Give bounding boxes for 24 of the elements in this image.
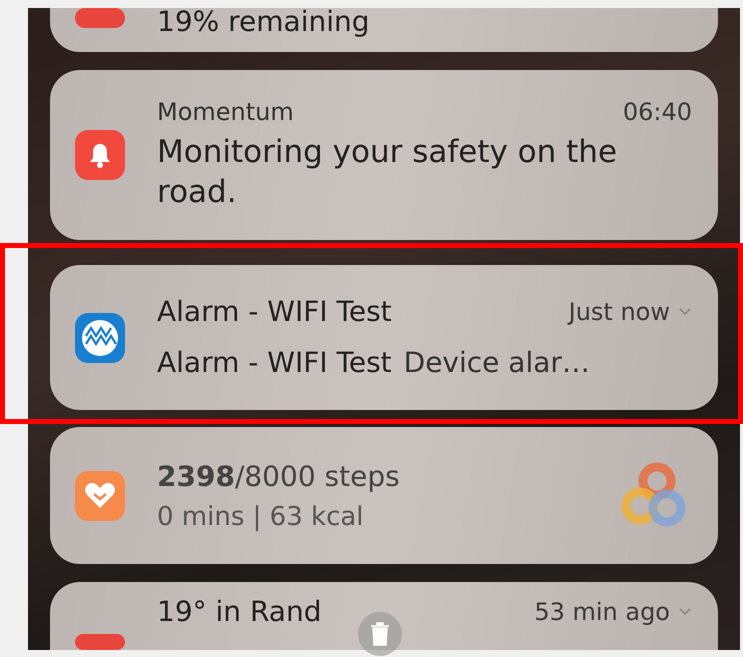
notification-sender: Alarm - WIFI Test — [157, 344, 392, 380]
notification-body: Monitoring your safety on the road. — [157, 132, 618, 212]
notification-card[interactable]: 2398/8000 steps 0 mins | 63 kcal — [50, 427, 718, 564]
notification-title: 19° in Rand — [157, 594, 322, 630]
notification-card[interactable]: 19% remaining — [50, 8, 718, 52]
app-name: Momentum — [157, 98, 294, 126]
wave-app-icon — [75, 312, 125, 362]
notification-body: 19% remaining — [157, 8, 371, 36]
notification-title: Alarm - WIFI Test — [157, 294, 392, 330]
delete-button[interactable] — [358, 612, 402, 656]
trash-icon — [370, 622, 390, 646]
heart-app-icon — [75, 470, 125, 520]
notification-body: Device alar… — [404, 344, 590, 380]
chevron-icon[interactable] — [678, 607, 692, 618]
activity-summary: 0 mins | 63 kcal — [157, 502, 365, 532]
notification-card[interactable]: Alarm - WIFI Test Just now Alarm - WIFI Test Device alar… — [50, 265, 718, 410]
notification-time: 53 min ago — [534, 598, 670, 626]
chevron-icon[interactable] — [678, 307, 692, 318]
notification-time: 06:40 — [622, 98, 692, 126]
notification-time: Just now — [568, 298, 670, 326]
notification-card[interactable]: 19° in Rand 53 min ago — [50, 582, 718, 650]
bell-app-icon — [75, 130, 125, 180]
steps-count: 2398/8000 steps — [157, 459, 401, 496]
notification-card[interactable]: Momentum 06:40 Monitoring your safety on the road. — [50, 70, 718, 240]
